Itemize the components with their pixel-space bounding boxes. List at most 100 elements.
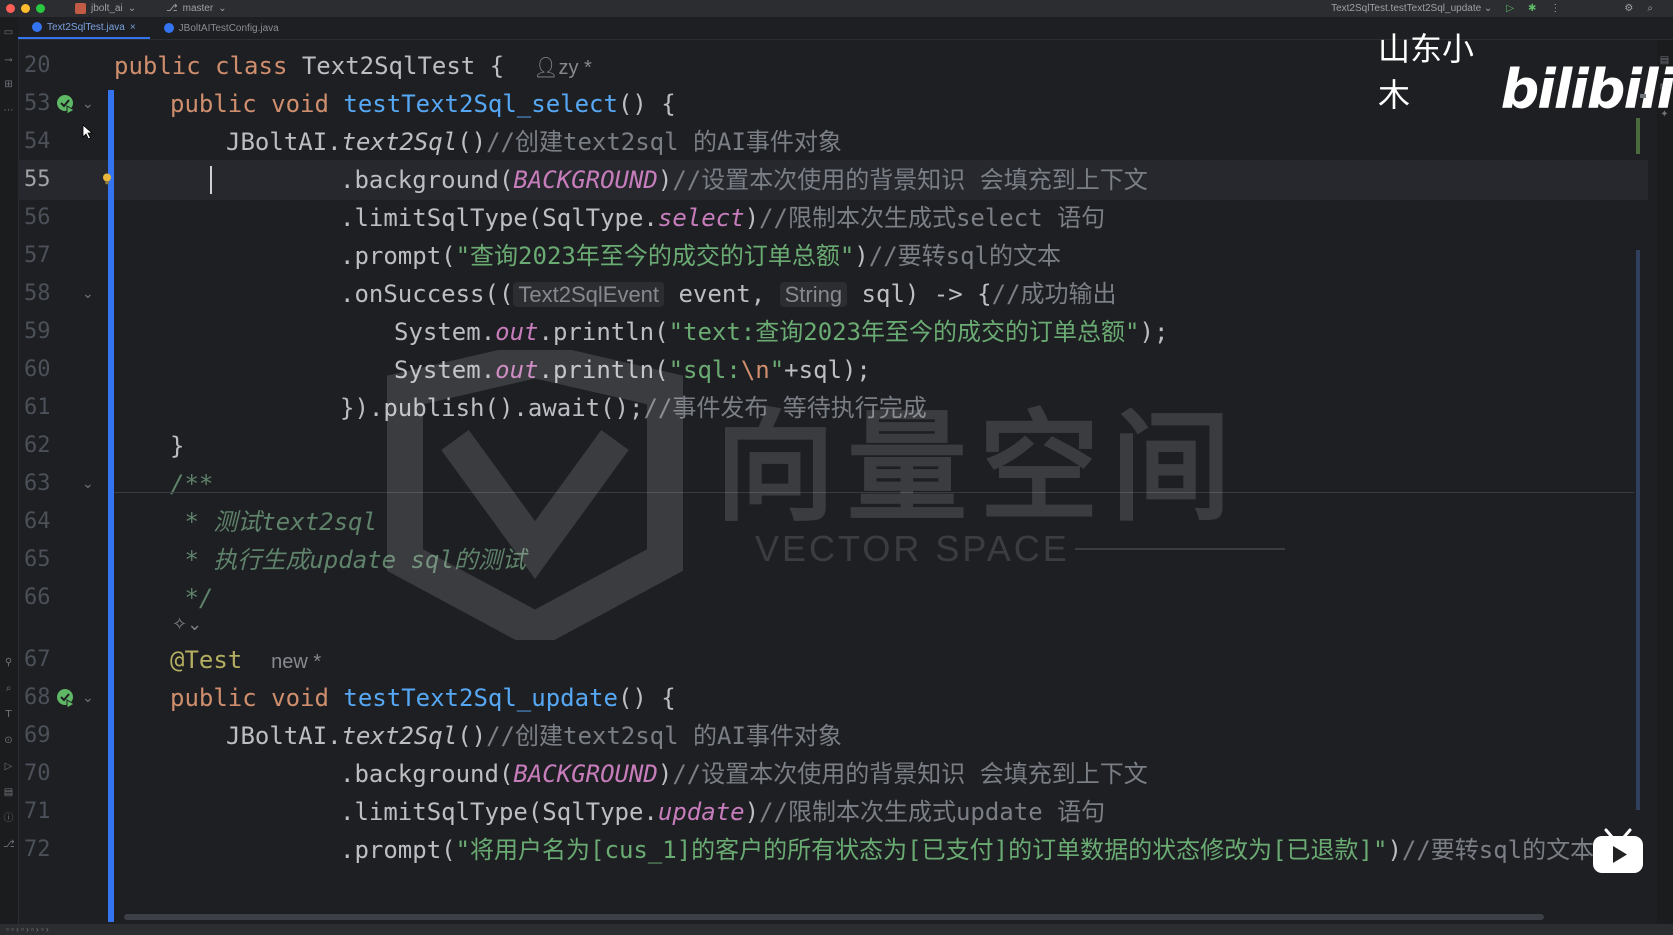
punct: ): [854, 242, 869, 270]
brace: {: [489, 52, 505, 80]
project-icon: [75, 3, 86, 14]
line-number: 63: [24, 471, 51, 496]
punct: ): [1387, 836, 1402, 864]
string-literal: "查询2023年至今的成交的订单总额": [455, 242, 855, 270]
line-number: 67: [24, 647, 51, 672]
zoom-window-button[interactable]: [36, 4, 45, 13]
code-line: 56 .limitSqlType(SqlType.select)//限制本次生成…: [18, 198, 1648, 238]
fold-icon[interactable]: ⌄: [82, 84, 94, 124]
find-tool-icon[interactable]: ⌕: [3, 683, 14, 694]
vertical-scrollbar[interactable]: [1636, 250, 1640, 810]
fold-icon[interactable]: ⌄: [82, 464, 94, 504]
run-config-label: Text2SqlTest.testText2Sql_update: [1331, 3, 1482, 14]
right-tool-strip: ◻ ▤ m ✦: [1657, 17, 1673, 935]
more-icon[interactable]: ⋮: [1550, 3, 1560, 14]
tab-text2sqltest[interactable]: Text2SqlTest.java ×: [18, 17, 150, 39]
close-icon[interactable]: ×: [130, 22, 136, 33]
constant: BACKGROUND: [513, 166, 658, 194]
structure-tool-icon[interactable]: ⊞: [3, 79, 14, 90]
code-line: 72 .prompt("将用户名为[cus_1]的客户的所有状态为[已支付]的订…: [18, 830, 1648, 870]
settings-icon[interactable]: ⚙: [1624, 3, 1633, 14]
run-icon[interactable]: ▷: [1506, 3, 1514, 14]
run-test-icon[interactable]: [55, 93, 77, 115]
line-number: 57: [24, 243, 51, 268]
fold-icon[interactable]: ⌄: [82, 274, 94, 314]
code-text: JBoltAI.text2Sql()//创建text2sql 的AI事件对象: [226, 122, 842, 162]
chevron-down-icon: ⌄: [218, 3, 227, 14]
run-tool-icon[interactable]: ▷: [3, 761, 14, 772]
keyword: class: [215, 52, 288, 80]
param: sql) -> {: [847, 280, 992, 308]
run-toolbar: Text2SqlTest.testText2Sql_update ⌄ ▷ ✱ ⋮…: [1331, 0, 1653, 17]
line-number: 55: [24, 167, 51, 192]
author-hint[interactable]: new *: [271, 651, 321, 673]
info-tool-icon[interactable]: ⓘ: [3, 813, 14, 824]
method-name: testText2Sql_update: [343, 684, 618, 712]
run-config-selector[interactable]: Text2SqlTest.testText2Sql_update ⌄: [1331, 3, 1492, 14]
code-text: .onSuccess((Text2SqlEvent event, String …: [340, 274, 1117, 315]
line-number: 54: [24, 129, 51, 154]
comment: //设置本次使用的背景知识 会填充到上下文: [672, 760, 1148, 788]
close-window-button[interactable]: [6, 4, 15, 13]
terminal-tool-icon[interactable]: T: [3, 709, 14, 720]
line-number: 64: [24, 509, 51, 534]
line-number: 61: [24, 395, 51, 420]
code-line: 69 JBoltAI.text2Sql()//创建text2sql 的AI事件对…: [18, 716, 1648, 756]
fold-icon[interactable]: ⌄: [82, 678, 94, 718]
annotation: @Test: [170, 646, 243, 674]
branch-selector[interactable]: ⎇ master ⌄: [166, 3, 226, 14]
play-icon[interactable]: [1590, 826, 1646, 876]
more-tools-icon[interactable]: ⋯: [3, 105, 14, 116]
line-number: 69: [24, 723, 51, 748]
code-editor[interactable]: 20 public class Text2SqlTest { 👤︎zy * 53…: [18, 40, 1648, 912]
project-name: jbolt_ai: [91, 3, 123, 14]
param: event,: [664, 280, 780, 308]
tab-jboltaitestconfig[interactable]: JBoltAITestConfig.java: [150, 17, 293, 39]
doc-comment: * 测试text2sql: [170, 508, 377, 536]
line-number: 62: [24, 433, 51, 458]
punct: () {: [617, 90, 676, 118]
code-line: 70 .background(BACKGROUND)//设置本次使用的背景知识 …: [18, 754, 1648, 794]
code-line: 63 ⌄ /**: [18, 464, 1648, 504]
commit-tool-icon[interactable]: ⊸: [3, 55, 14, 66]
horizontal-scrollbar[interactable]: [124, 914, 1544, 920]
keyword: void: [271, 90, 329, 118]
video-overlay-brand: 山东小木 bilibili: [1378, 24, 1673, 117]
problems-tool-icon[interactable]: ⊙: [3, 735, 14, 746]
static-field: out: [495, 356, 539, 384]
run-test-icon[interactable]: [55, 687, 77, 709]
search-icon[interactable]: ⌕: [1647, 3, 1653, 14]
debug-icon[interactable]: ✱: [1528, 3, 1536, 14]
author-hint[interactable]: 👤︎zy *: [533, 57, 592, 79]
code-text: }).publish().await();//事件发布 等待执行完成: [340, 388, 927, 428]
method-call: .onSuccess((: [340, 280, 514, 308]
punct: +sql);: [784, 356, 871, 384]
static-field: out: [495, 318, 539, 346]
method-call: .println(: [538, 356, 669, 384]
type-hint: Text2SqlEvent: [513, 282, 665, 307]
escape-sequence: \n: [740, 356, 770, 384]
method-call: .background(: [340, 760, 514, 788]
minimize-window-button[interactable]: [21, 4, 30, 13]
project-selector[interactable]: jbolt_ai ⌄: [75, 3, 136, 14]
punct: () {: [617, 684, 676, 712]
code-line: 61 }).publish().await();//事件发布 等待执行完成: [18, 388, 1648, 428]
constant: update: [657, 798, 745, 826]
branch-icon: ⎇: [166, 3, 178, 14]
code-text: .background(BACKGROUND)//设置本次使用的背景知识 会填充…: [340, 160, 1148, 200]
code-text: public class Text2SqlTest { 👤︎zy *: [114, 46, 592, 88]
method-call: .limitSqlType(SqlType.: [340, 798, 658, 826]
constant: select: [657, 204, 745, 232]
services-tool-icon[interactable]: ⚲: [3, 657, 14, 668]
method-call: .prompt(: [340, 836, 456, 864]
ai-inlay-icon[interactable]: ✧⌄: [172, 614, 202, 635]
project-tool-icon[interactable]: ▭: [3, 27, 14, 38]
git-tool-icon[interactable]: ⎇: [3, 839, 15, 850]
keyword: public: [114, 52, 201, 80]
bulb-icon[interactable]: [102, 173, 112, 185]
comment: //成功输出: [991, 280, 1117, 308]
line-number: 71: [24, 799, 51, 824]
console-tool-icon[interactable]: ▤: [3, 787, 14, 798]
code-text: System.out.println("text:查询2023年至今的成交的订单…: [394, 312, 1168, 352]
code-line: 57 .prompt("查询2023年至今的成交的订单总额")//要转sql的文…: [18, 236, 1648, 276]
